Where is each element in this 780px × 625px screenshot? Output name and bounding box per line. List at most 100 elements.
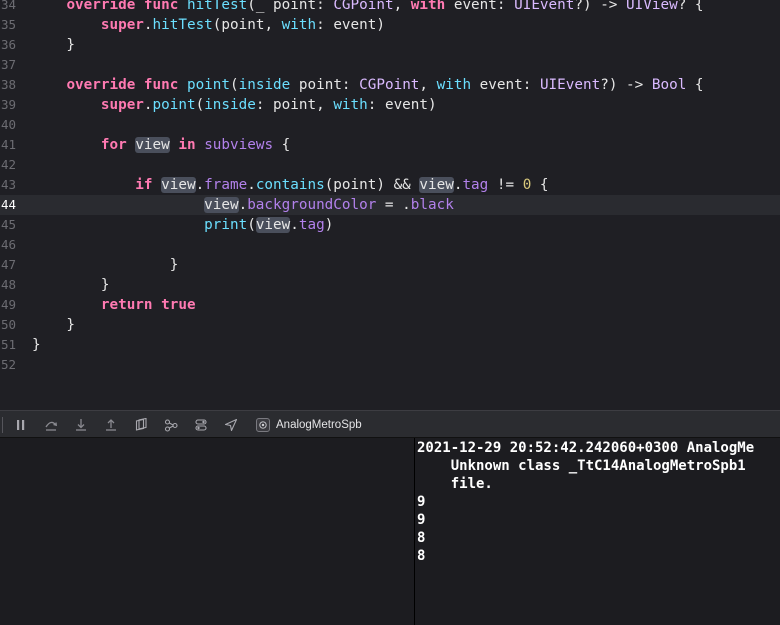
code-editor[interactable]: 34 override func hitTest(_ point: CGPoin… <box>0 0 780 410</box>
step-out-button[interactable] <box>104 418 118 432</box>
code-token: { <box>531 177 549 193</box>
code-token: point <box>152 97 196 113</box>
code-text: for view in subviews { <box>32 135 290 155</box>
pause-continue-button[interactable] <box>14 418 28 432</box>
code-token: point <box>186 77 231 93</box>
code-token: ? { <box>677 0 704 13</box>
code-token: event: <box>445 0 515 13</box>
step-over-button[interactable] <box>44 418 58 432</box>
code-line[interactable]: 41 for view in subviews { <box>0 135 780 155</box>
step-into-icon <box>76 419 86 431</box>
code-line[interactable]: 47 } <box>0 255 780 275</box>
code-text: super.point(inside: point, with: event) <box>32 95 437 115</box>
line-number: 51 <box>0 337 16 352</box>
code-token: true <box>161 297 196 313</box>
code-token: with <box>281 17 317 33</box>
code-token: backgroundColor <box>247 197 377 213</box>
code-token: super <box>100 17 144 33</box>
app-target-icon[interactable] <box>256 418 270 432</box>
code-token: inside <box>238 77 291 93</box>
line-number: 39 <box>0 97 16 112</box>
code-token: . <box>247 177 256 193</box>
code-token: func <box>143 77 179 93</box>
code-line[interactable]: 43 if view.frame.contains(point) && view… <box>0 175 780 195</box>
code-text: return true <box>32 295 196 315</box>
code-token: : point, <box>255 97 334 113</box>
code-token: . <box>290 217 299 233</box>
code-text: super.hitTest(point, with: event) <box>32 15 385 35</box>
debug-view-hierarchy-button[interactable] <box>134 418 148 432</box>
code-line[interactable]: 44 view.backgroundColor = .black <box>0 195 780 215</box>
code-line[interactable]: 35 super.hitTest(point, with: event) <box>0 15 780 35</box>
code-token: hitTest <box>152 17 213 33</box>
line-number: 50 <box>0 317 16 332</box>
code-text: } <box>32 315 75 335</box>
code-line[interactable]: 42 <box>0 155 780 175</box>
code-token: . <box>143 97 153 113</box>
code-line[interactable]: 50 } <box>0 315 780 335</box>
line-number: 42 <box>0 157 16 172</box>
code-token: : event) <box>316 17 385 33</box>
code-token: contains <box>255 177 325 193</box>
code-line[interactable]: 34 override func hitTest(_ point: CGPoin… <box>0 0 780 15</box>
code-token: tag <box>462 177 489 193</box>
code-text: } <box>32 335 41 355</box>
code-token: inside <box>204 97 256 113</box>
code-token: subviews <box>204 137 274 153</box>
code-token: } <box>169 257 179 273</box>
code-line[interactable]: 46 <box>0 235 780 255</box>
code-line[interactable]: 52 <box>0 355 780 375</box>
code-line[interactable]: 38 override func point(inside point: CGP… <box>0 75 780 95</box>
code-line[interactable]: 49 return true <box>0 295 780 315</box>
code-line[interactable]: 36 } <box>0 35 780 55</box>
code-token: (point, <box>212 17 282 33</box>
code-token: if <box>135 177 153 193</box>
code-token: frame <box>204 177 248 193</box>
code-line[interactable]: 37 <box>0 55 780 75</box>
console-output[interactable]: 2021-12-29 20:52:42.242060+0300 AnalogMe… <box>415 438 780 625</box>
code-token: view <box>255 217 291 233</box>
code-line[interactable]: 45 print(view.tag) <box>0 215 780 235</box>
code-token: (point) && <box>324 177 420 193</box>
code-token: } <box>32 277 110 293</box>
code-line[interactable]: 39 super.point(inside: point, with: even… <box>0 95 780 115</box>
variables-view[interactable] <box>0 438 414 625</box>
code-token: with <box>436 77 472 93</box>
code-token: override <box>66 0 136 13</box>
code-token: , <box>393 0 411 13</box>
step-out-icon <box>106 419 116 431</box>
code-token: { <box>686 77 704 93</box>
console-line: 9 <box>417 494 426 510</box>
code-line[interactable]: 40 <box>0 115 780 135</box>
code-token: ( <box>195 97 205 113</box>
line-number: 40 <box>0 117 16 132</box>
code-text: } <box>32 35 75 55</box>
location-arrow-icon <box>224 418 238 432</box>
code-text: override func hitTest(_ point: CGPoint, … <box>32 0 704 15</box>
app-target-label[interactable]: AnalogMetroSpb <box>276 417 362 433</box>
code-token: ( <box>247 217 256 233</box>
debug-bar-divider <box>2 417 3 433</box>
code-line[interactable]: 51} <box>0 335 780 355</box>
code-text: } <box>32 255 179 275</box>
code-token: UIView <box>626 0 678 13</box>
debug-memory-graph-button[interactable] <box>164 418 178 432</box>
console-line: 8 <box>417 548 426 564</box>
step-into-button[interactable] <box>74 418 88 432</box>
environment-overrides-button[interactable] <box>194 418 208 432</box>
code-token: in <box>178 137 196 153</box>
code-token: event: <box>471 77 540 93</box>
simulate-location-button[interactable] <box>224 418 238 432</box>
code-line[interactable]: 48 } <box>0 275 780 295</box>
